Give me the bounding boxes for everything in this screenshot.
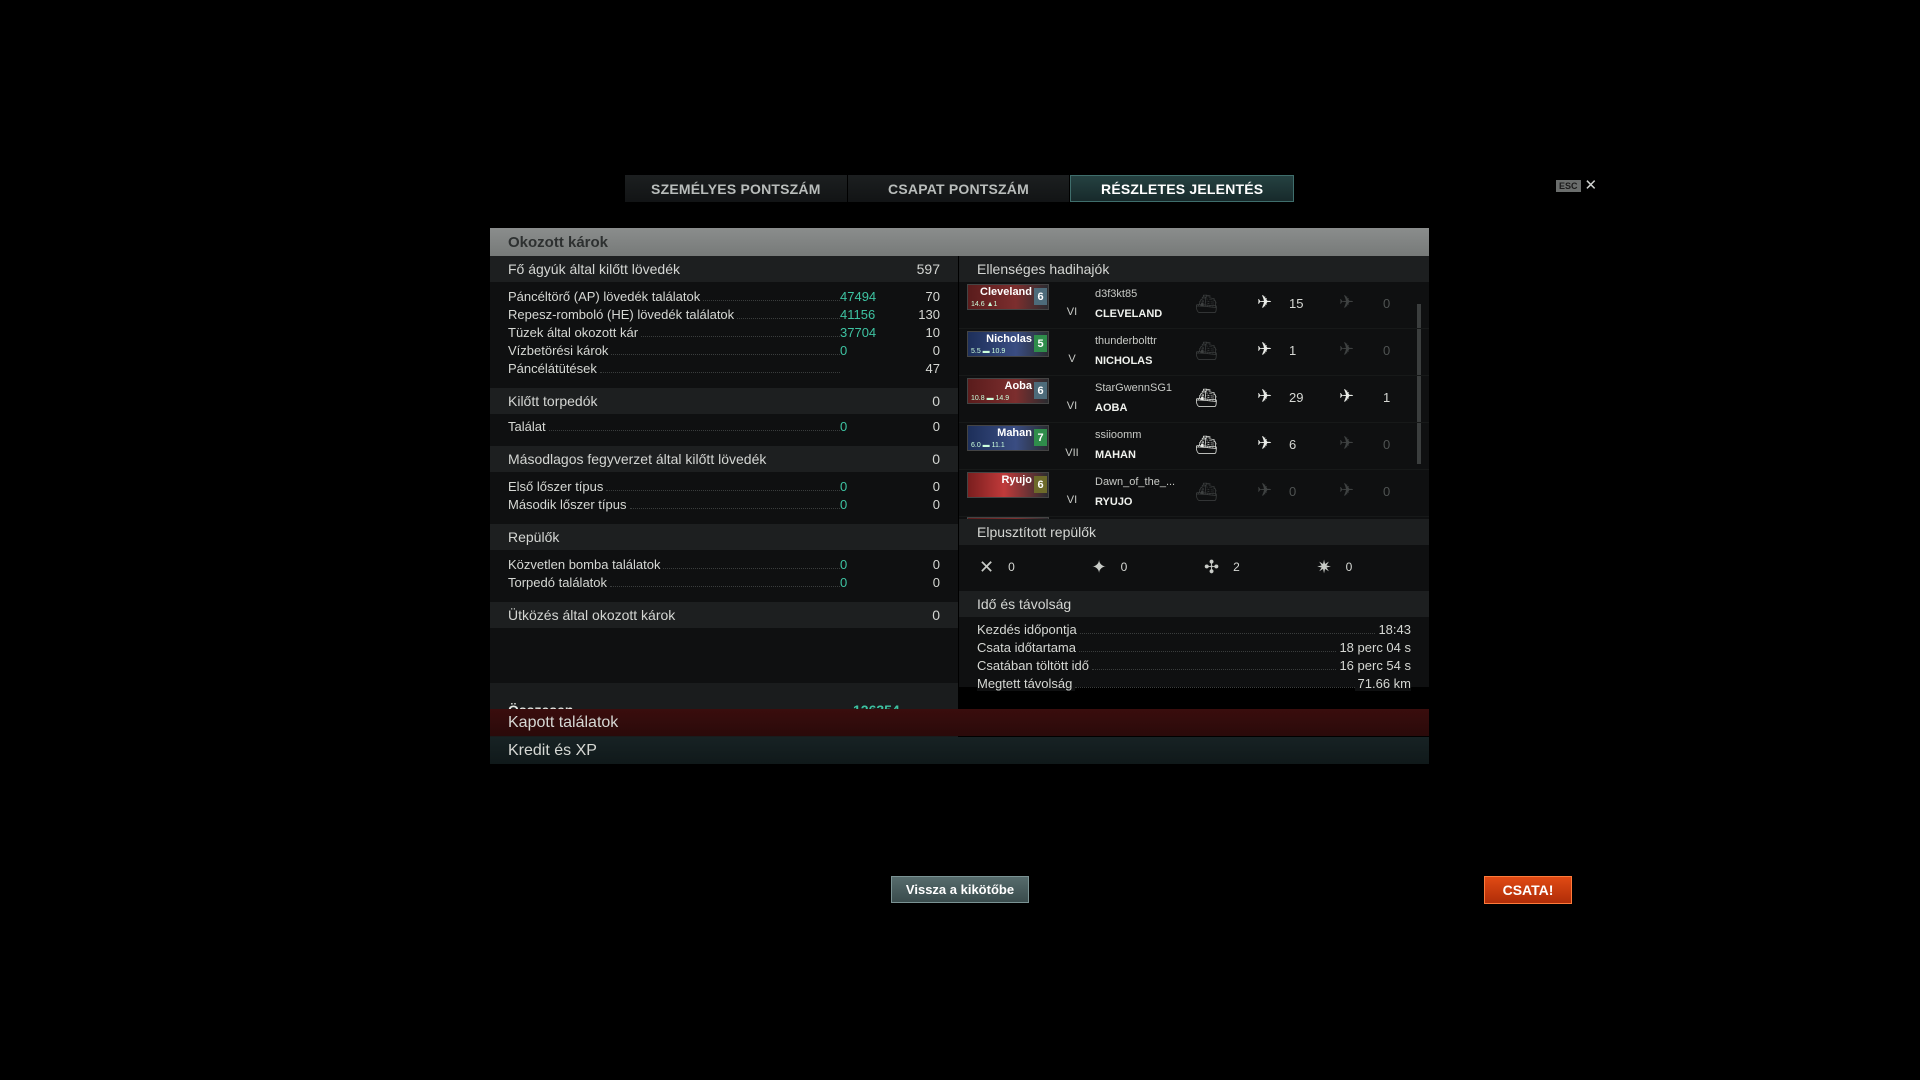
section-secondary: Másodlagos fegyverzet által kilőtt löved… [490, 446, 958, 472]
fighter-icon: ✕ [979, 556, 995, 577]
damage-stats: Fő ágyúk által kilőtt lövedék 597 Páncél… [490, 256, 958, 737]
list-item: Nicholas 5 5.5 ▬ 10.9 V thunderbolttr NICH… [959, 329, 1429, 376]
tab-team-score[interactable]: CSAPAT PONTSZÁM [847, 175, 1071, 202]
time-row: Megtett távolság 71.66 km [977, 676, 1411, 691]
received-hits-section[interactable]: Kapott találatok [490, 709, 1429, 736]
enemy-ship-list[interactable]: Cleveland 6 14.6 ▲1 VI d3f3kt85 CLEVELAND … [959, 282, 1429, 519]
stat-row: Közvetlen bomba találatok 0 0 [508, 557, 940, 572]
ship-destroyed-icon: ⛴ [1195, 341, 1218, 361]
stat-row: Torpedó találatok 0 0 [508, 575, 940, 590]
plane-shot-icon: ✈ [1257, 339, 1273, 359]
torpedo-bomber-icon: ✣ [1204, 556, 1220, 577]
plane-stat: ✷ 0 [1316, 556, 1353, 577]
panel-title[interactable]: Okozott károk [490, 228, 1429, 256]
list-item: Ryujo 6 VI Dawn_of_the_... RYUJO ⛴ ✈ 0 ✈ … [959, 470, 1429, 517]
plane-shot-icon: ✈ [1257, 480, 1273, 500]
plane-destroyed-icon: ✈ [1339, 386, 1355, 406]
enemy-panel: Ellenséges hadihajók Cleveland 6 14.6 ▲1 V… [959, 256, 1429, 691]
list-item: Budyonny6 deilidaiak [959, 517, 1429, 519]
ship-icon: Nicholas 5 5.5 ▬ 10.9 [967, 331, 1049, 357]
stat-row: Első lőszer típus 0 0 [508, 479, 940, 494]
destroyed-planes-row: ✕ 0 ✦ 0 ✣ 2 ✷ 0 [959, 545, 1429, 589]
damage-panel: Okozott károk Fő ágyúk által kilőtt löve… [490, 228, 1429, 768]
ship-icon: Cleveland 6 14.6 ▲1 [967, 284, 1049, 310]
plane-destroyed-icon: ✈ [1339, 433, 1355, 453]
bomber-icon: ✦ [1091, 556, 1107, 577]
ship-icon: Budyonny6 [967, 517, 1049, 519]
ship-icon: Aoba 6 10.8 ▬ 14.9 [967, 378, 1049, 404]
scout-icon: ✷ [1316, 556, 1332, 577]
credit-xp-section[interactable]: Kredit és XP [490, 737, 1429, 764]
stat-row: Találat 0 0 [508, 419, 940, 434]
time-row: Csatában töltött idő 16 perc 54 s [977, 658, 1411, 673]
plane-destroyed-icon: ✈ [1339, 292, 1355, 312]
tab-detailed-report[interactable]: RÉSZLETES JELENTÉS [1070, 175, 1295, 202]
close-icon: ✕ [1584, 177, 1598, 194]
plane-shot-icon: ✈ [1257, 386, 1273, 406]
plane-shot-icon: ✈ [1257, 292, 1273, 312]
list-item: Cleveland 6 14.6 ▲1 VI d3f3kt85 CLEVELAND … [959, 282, 1429, 329]
stat-row: Vízbetörési károk 0 0 [508, 343, 940, 358]
ship-destroyed-icon: ⛴ [1195, 435, 1218, 455]
section-enemy-ships: Ellenséges hadihajók [959, 256, 1429, 282]
section-planes: Repülők [490, 524, 958, 550]
report-tabs: SZEMÉLYES PONTSZÁM CSAPAT PONTSZÁM RÉSZL… [625, 175, 1295, 202]
ship-destroyed-icon: ⛴ [1195, 294, 1218, 314]
plane-stat: ✣ 2 [1204, 556, 1240, 577]
section-ramming: Ütközés által okozott károk 0 [490, 602, 958, 628]
plane-destroyed-icon: ✈ [1339, 480, 1355, 500]
stat-row: Második lőszer típus 0 0 [508, 497, 940, 512]
battle-button[interactable]: CSATA! [1484, 876, 1572, 904]
ship-icon: Mahan 7 6.0 ▬ 11.1 [967, 425, 1049, 451]
plane-shot-icon: ✈ [1257, 433, 1273, 453]
ship-icon: Ryujo 6 [967, 472, 1049, 498]
back-to-port-button[interactable]: Vissza a kikötőbe [891, 876, 1029, 903]
time-row: Csata időtartama 18 perc 04 s [977, 640, 1411, 655]
esc-key-hint: ESC [1556, 180, 1581, 192]
plane-destroyed-icon: ✈ [1339, 339, 1355, 359]
section-main-guns: Fő ágyúk által kilőtt lövedék 597 [490, 256, 958, 282]
tab-personal-score[interactable]: SZEMÉLYES PONTSZÁM [625, 175, 848, 202]
section-destroyed-planes: Elpusztított repülők [959, 519, 1429, 545]
plane-stat: ✕ 0 [979, 556, 1015, 577]
stat-row: Páncéltörő (AP) lövedék találatok 47494 70 [508, 289, 940, 304]
list-item: Mahan 7 6.0 ▬ 11.1 VII ssiioomm MAHAN ⛴ ✈ … [959, 423, 1429, 470]
ship-destroyed-icon: ⛴ [1195, 388, 1218, 408]
stat-row: Repesz-romboló (HE) lövedék találatok 411… [508, 307, 940, 322]
plane-stat: ✦ 0 [1091, 556, 1128, 577]
ship-destroyed-icon: ⛴ [1195, 482, 1218, 502]
list-item: Aoba 6 10.8 ▬ 14.9 VI StarGwennSG1 AOBA ⛴ … [959, 376, 1429, 423]
stat-row: Tüzek által okozott kár 37704 10 [508, 325, 940, 340]
stat-row: Páncélátütések 47 [508, 361, 940, 376]
section-torpedoes: Kilőtt torpedók 0 [490, 388, 958, 414]
close-button[interactable]: ESC ✕ [1556, 177, 1598, 194]
time-row: Kezdés időpontja 18:43 [977, 622, 1411, 637]
section-time-distance: Idő és távolság [959, 591, 1429, 617]
